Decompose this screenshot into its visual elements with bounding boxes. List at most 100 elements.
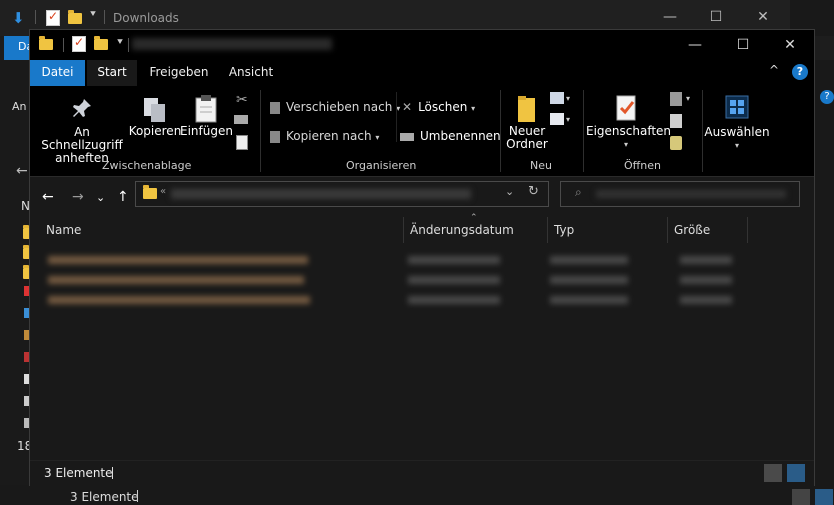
move-icon <box>270 101 280 114</box>
back-arrow-icon[interactable]: ← <box>16 163 28 179</box>
paste-button[interactable]: Einfügen <box>180 94 233 138</box>
delete-x-icon: ✕ <box>402 100 413 114</box>
up-button[interactable]: ↑ <box>117 189 129 205</box>
rename-icon <box>400 132 414 141</box>
divider <box>583 90 584 172</box>
type-redacted <box>550 256 628 264</box>
titlebar: ⯆ — ☐ ✕ <box>30 30 814 60</box>
back-button[interactable]: ← <box>42 189 54 205</box>
help-icon[interactable]: ? <box>792 64 808 80</box>
new-item-icon[interactable] <box>550 92 564 104</box>
easy-access-icon[interactable] <box>550 113 564 125</box>
customize-qa-icon[interactable]: ⯆ <box>89 9 97 20</box>
large-icons-view-icon[interactable] <box>815 489 833 505</box>
table-row[interactable] <box>40 250 748 270</box>
date-redacted <box>408 276 500 284</box>
divider <box>35 10 36 24</box>
address-path-redacted <box>171 189 471 199</box>
file-name-redacted <box>48 256 308 264</box>
details-view-icon[interactable] <box>764 464 782 482</box>
divider <box>112 467 113 479</box>
tab-ansicht[interactable]: Ansicht <box>223 60 279 86</box>
size-redacted <box>680 296 732 304</box>
background-minimize-button[interactable]: — <box>655 6 685 28</box>
background-status-count: 3 Elemente <box>70 490 139 504</box>
divider <box>128 38 129 52</box>
select-dropdown-icon: ▾ <box>734 141 739 150</box>
background-help-icon[interactable]: ? <box>820 90 834 104</box>
paste-shortcut-icon[interactable] <box>236 135 248 150</box>
breadcrumb-overflow-icon[interactable]: « <box>160 186 166 197</box>
new-folder-icon[interactable] <box>94 36 110 52</box>
properties-button[interactable]: Eigenschaften ▾ <box>586 94 671 151</box>
column-name[interactable]: Name <box>40 217 404 243</box>
recent-locations-button[interactable]: ⌄ <box>96 191 105 204</box>
group-zwischenablage-label: Zwischenablage <box>102 159 192 172</box>
type-redacted <box>550 296 628 304</box>
delete-button[interactable]: ✕ Löschen ▾ <box>402 100 475 114</box>
new-folder-button[interactable]: Neuer Ordner <box>504 94 550 151</box>
tab-freigeben[interactable]: Freigeben <box>143 60 215 86</box>
divider <box>63 38 64 52</box>
background-column-label: N <box>21 199 30 213</box>
address-bar[interactable]: « ⌄ ↻ <box>135 181 549 207</box>
copy-button[interactable]: Kopieren <box>128 96 182 138</box>
pin-quick-access-button[interactable]: An Schnellzugriff anheften <box>36 96 128 165</box>
size-redacted <box>680 256 732 264</box>
address-dropdown-icon[interactable]: ⌄ <box>505 185 514 198</box>
collapse-ribbon-icon[interactable]: ^ <box>769 63 779 77</box>
move-to-button[interactable]: Verschieben nach ▾ <box>270 100 400 114</box>
new-item-dropdown-icon[interactable]: ▾ <box>566 94 570 103</box>
refresh-icon[interactable]: ↻ <box>528 184 539 199</box>
copy-to-icon <box>270 130 280 143</box>
divider <box>702 90 703 172</box>
size-redacted <box>680 276 732 284</box>
maximize-button[interactable]: ☐ <box>720 30 766 60</box>
navigation-bar: ← → ⌄ ↑ « ⌄ ↻ ⌕ <box>30 177 814 217</box>
properties-icon[interactable] <box>72 35 88 52</box>
file-name-redacted <box>48 296 310 304</box>
table-row[interactable] <box>40 290 748 310</box>
status-bar: 3 Elemente <box>30 460 814 486</box>
type-redacted <box>550 276 628 284</box>
edit-icon[interactable] <box>670 114 682 128</box>
divider <box>137 490 138 502</box>
column-size[interactable]: Größe <box>668 217 748 243</box>
background-close-button[interactable]: ✕ <box>748 6 778 28</box>
forward-button[interactable]: → <box>72 189 84 205</box>
select-grid-icon <box>725 95 749 119</box>
properties-icon[interactable] <box>46 9 62 26</box>
column-type[interactable]: Typ <box>548 217 668 243</box>
large-icons-view-icon[interactable] <box>787 464 805 482</box>
cut-icon[interactable]: ✂ <box>236 92 248 108</box>
tab-start[interactable]: Start <box>87 60 137 86</box>
status-item-count: 3 Elemente <box>44 466 113 480</box>
file-list: Name ⌃ Änderungsdatum Typ Größe <box>30 213 814 460</box>
easy-access-dropdown-icon[interactable]: ▾ <box>566 115 570 124</box>
ribbon: An Schnellzugriff anheften Kopieren Einf… <box>30 86 814 177</box>
open-icon[interactable] <box>670 92 682 106</box>
close-button[interactable]: ✕ <box>767 30 813 60</box>
divider <box>104 10 105 24</box>
ribbon-tabs: Datei Start Freigeben Ansicht ^ ? <box>30 60 814 86</box>
divider <box>396 92 397 142</box>
open-dropdown-icon[interactable]: ▾ <box>686 94 690 103</box>
table-row[interactable] <box>40 270 748 290</box>
background-window-title: Downloads <box>113 11 179 25</box>
new-folder-icon[interactable] <box>68 10 84 26</box>
copy-path-icon[interactable] <box>234 115 248 124</box>
background-maximize-button[interactable]: ☐ <box>701 6 731 28</box>
folder-icon <box>39 36 55 52</box>
customize-qa-icon[interactable]: ⯆ <box>116 37 124 48</box>
search-input[interactable]: ⌕ <box>560 181 800 207</box>
tab-datei[interactable]: Datei <box>30 60 85 86</box>
history-icon[interactable] <box>670 136 682 150</box>
divider <box>260 90 261 172</box>
rename-button[interactable]: Umbenennen <box>400 129 501 143</box>
column-modified[interactable]: Änderungsdatum <box>404 217 548 243</box>
details-view-icon[interactable] <box>792 489 810 505</box>
select-button[interactable]: Auswählen ▾ <box>704 94 770 152</box>
copy-to-button[interactable]: Kopieren nach ▾ <box>270 129 379 143</box>
minimize-button[interactable]: — <box>672 30 718 60</box>
properties-check-icon <box>616 95 636 121</box>
